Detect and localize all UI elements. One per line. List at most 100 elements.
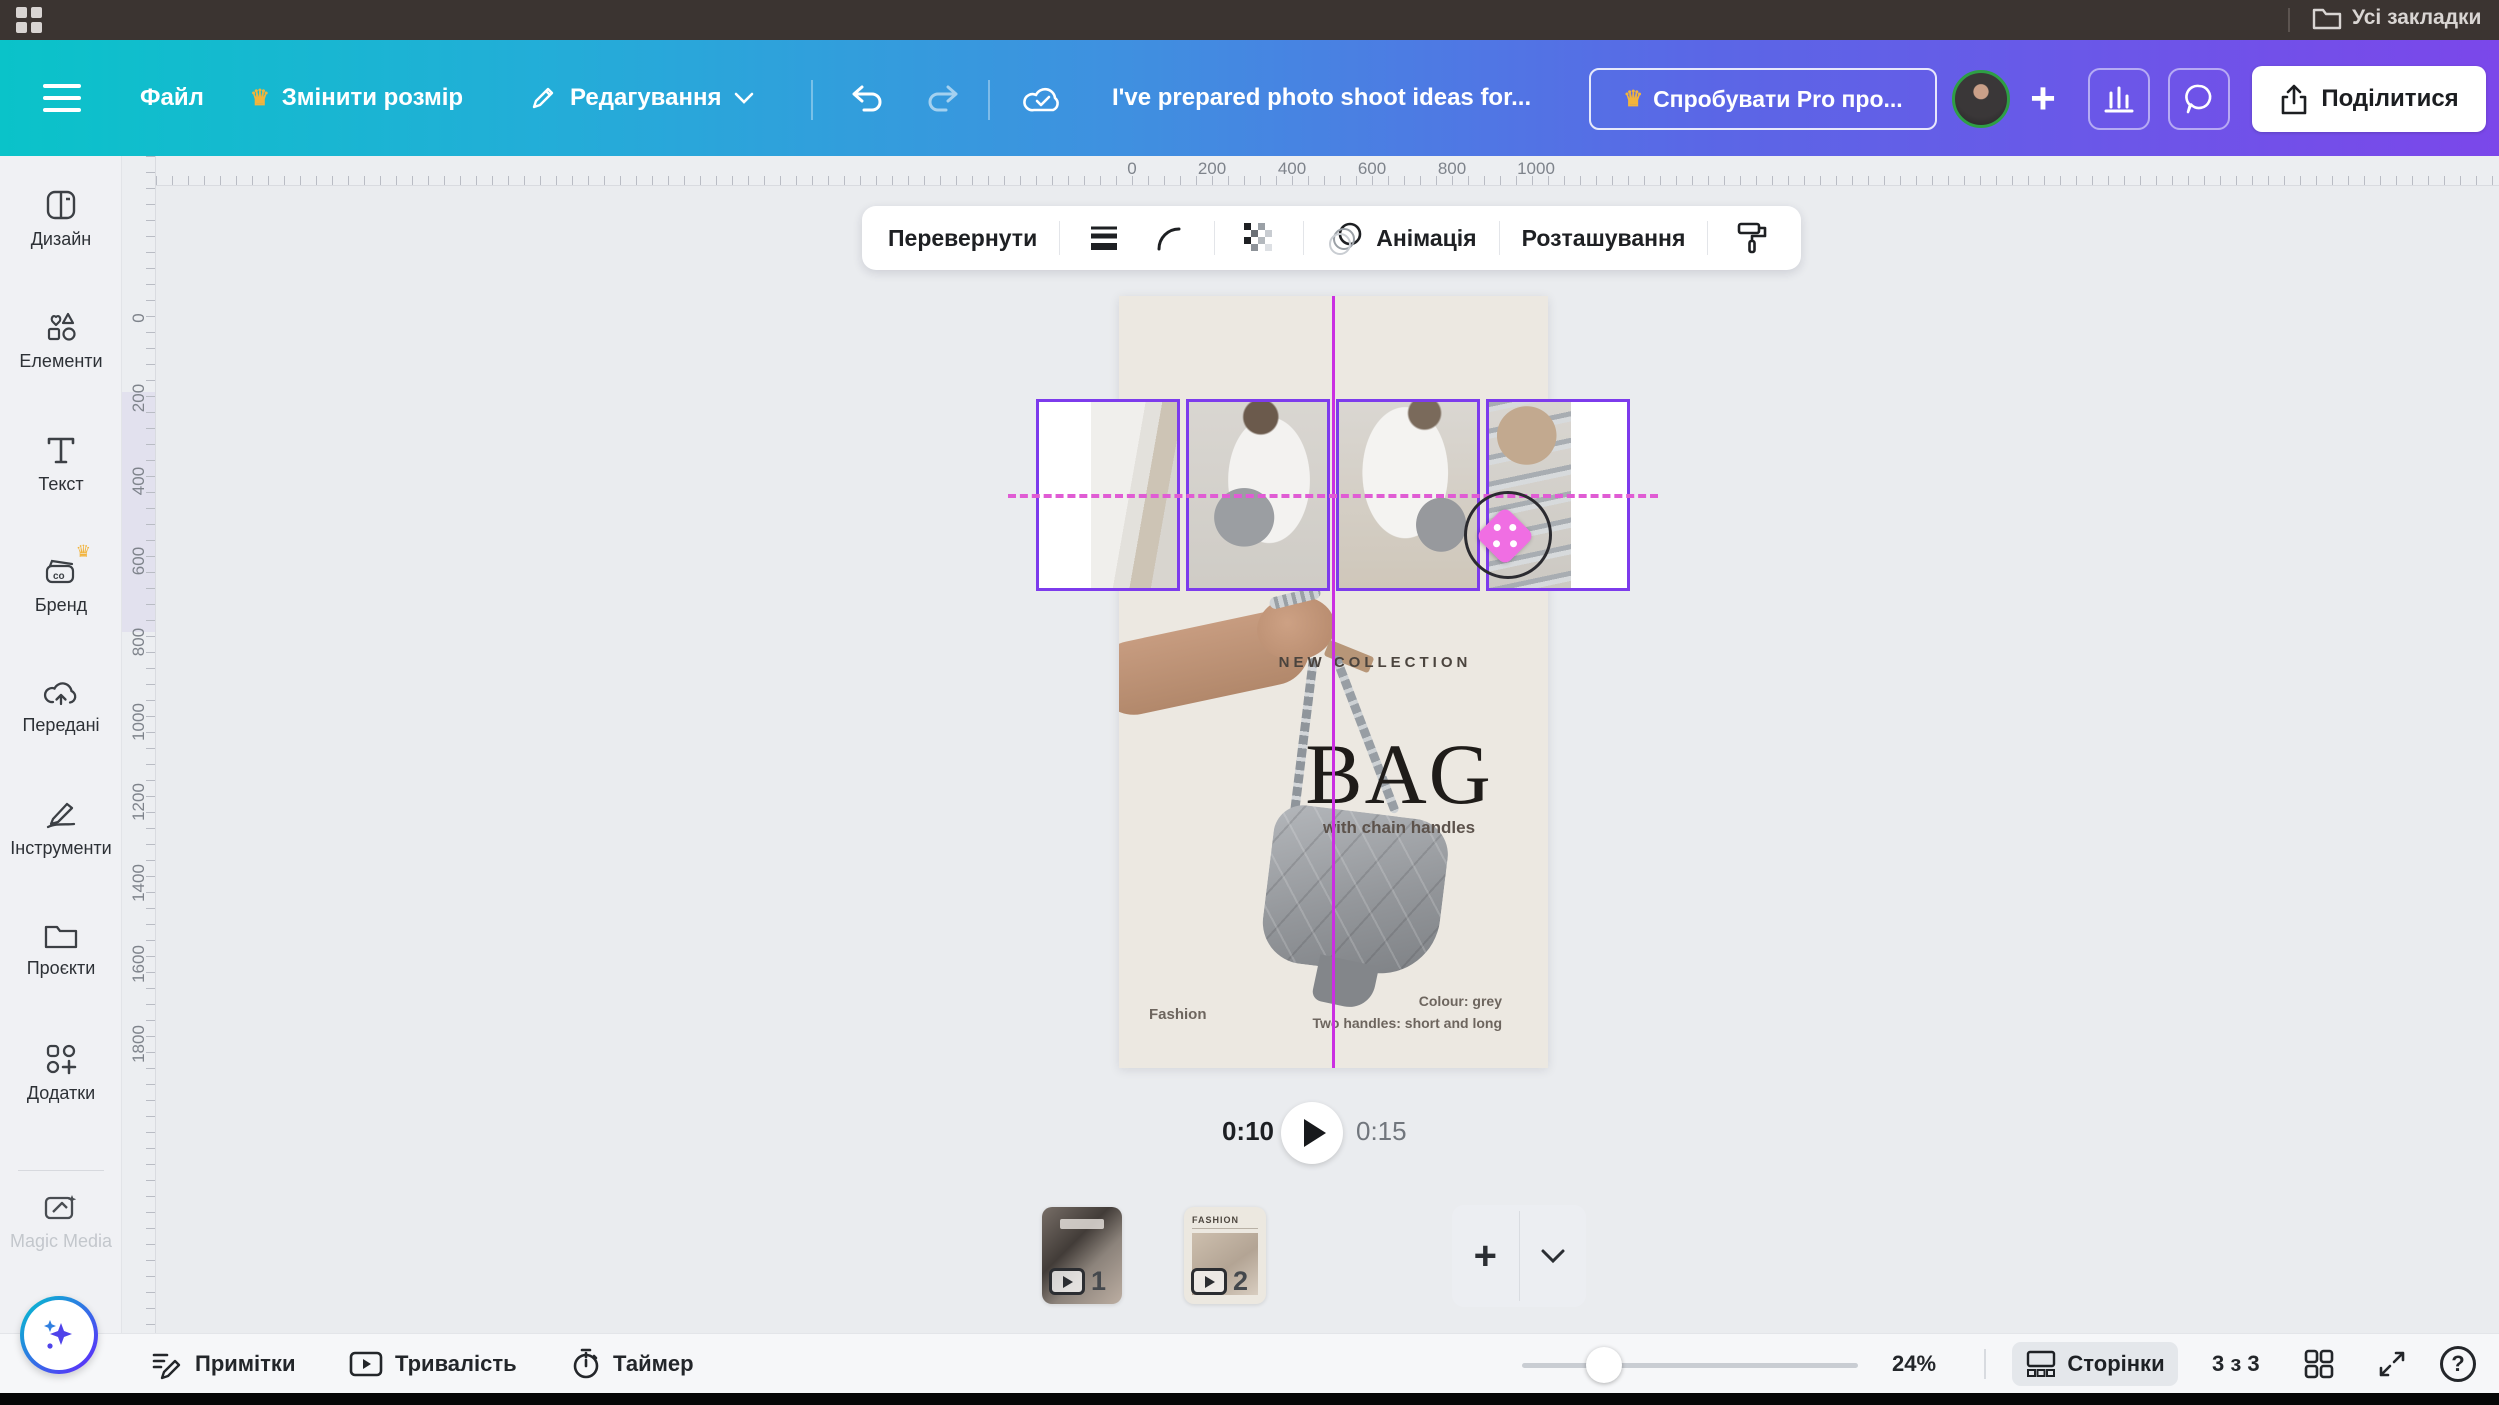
file-menu[interactable]: Файл (140, 64, 204, 132)
sidebar-item-text[interactable]: Текст (0, 433, 122, 495)
ai-assistant-button[interactable] (20, 1296, 98, 1374)
folder-icon (2312, 6, 2342, 30)
help-button[interactable]: ? (2440, 1334, 2476, 1394)
sidebar-item-elements[interactable]: Елементи (0, 310, 122, 372)
grid-view-icon (2302, 1347, 2336, 1381)
toolbar-divider (1214, 221, 1215, 255)
zoom-slider-thumb[interactable] (1586, 1347, 1622, 1383)
page-text-subtitle[interactable]: with chain handles (1269, 818, 1529, 838)
ruler-label: 1600 (129, 945, 149, 983)
chat-bubble-icon (2181, 81, 2217, 117)
try-pro-button[interactable]: ♛ Спробувати Pro про... (1589, 68, 1937, 130)
pages-view-icon (2025, 1349, 2057, 1379)
add-page-button[interactable]: + (1452, 1205, 1519, 1307)
plus-icon: + (1474, 1236, 1497, 1276)
timeline-total-time: 0:15 (1356, 1116, 1407, 1147)
animate-button[interactable]: Анімація (1326, 220, 1476, 256)
ruler-ticks (156, 176, 2499, 185)
all-bookmarks-button[interactable]: Усі закладки (2312, 6, 2481, 30)
document-title[interactable]: I've prepared photo shoot ideas for... (1112, 64, 1557, 132)
ruler-label: 1400 (129, 864, 149, 902)
user-avatar[interactable] (1952, 70, 2010, 128)
copy-style-button[interactable] (1730, 216, 1774, 260)
grid-view-button[interactable] (2302, 1334, 2336, 1394)
add-member-button[interactable]: + (2012, 68, 2074, 130)
crown-icon: ♛ (250, 85, 270, 111)
undo-button[interactable] (836, 68, 898, 130)
save-status-button[interactable] (1012, 68, 1074, 130)
sidebar-item-brand[interactable]: co ♛ Бренд (0, 554, 122, 616)
fullscreen-button[interactable] (2376, 1334, 2408, 1394)
brand-kit-icon: co (43, 554, 79, 588)
sidebar-divider (18, 1170, 104, 1171)
timeline-current-time: 0:10 (1198, 1116, 1274, 1147)
sidebar-item-apps[interactable]: Додатки (0, 1042, 122, 1104)
animate-icon (1326, 220, 1366, 256)
sidebar-item-tools[interactable]: Інструменти (0, 799, 122, 859)
context-toolbar: Перевернути Анімація Розташування (862, 206, 1801, 270)
apps-icon (44, 1042, 78, 1076)
status-bar: Примітки Тривалість Таймер 24% Сторінки … (0, 1333, 2499, 1393)
video-badge-icon (1191, 1268, 1227, 1295)
ruler-label: 600 (1358, 159, 1386, 179)
notes-button[interactable]: Примітки (150, 1334, 295, 1394)
statusbar-divider (1984, 1349, 1986, 1379)
zoom-slider[interactable] (1522, 1363, 1858, 1368)
ruler-label: 800 (1438, 159, 1466, 179)
page-text-details[interactable]: Colour: grey Two handles: short and long (1242, 990, 1502, 1035)
page-text-colour: Colour: grey (1242, 990, 1502, 1012)
share-button[interactable]: Поділитися (2252, 66, 2486, 132)
design-icon (44, 188, 78, 222)
chevron-down-icon (1540, 1248, 1566, 1264)
main-menu-button[interactable] (40, 64, 84, 132)
insights-button[interactable] (2088, 68, 2150, 130)
play-button[interactable] (1281, 1102, 1343, 1164)
canva-editor: Усі закладки Файл ♛ Змінити розмір Редаг… (0, 0, 2499, 1405)
flip-button[interactable]: Перевернути (888, 225, 1037, 252)
page-thumbnail-1[interactable]: 1 (1042, 1207, 1122, 1304)
ruler-label: 1800 (129, 1025, 149, 1063)
question-icon: ? (2440, 1346, 2476, 1382)
page-text-handles: Two handles: short and long (1242, 1012, 1502, 1034)
sidebar-item-design[interactable]: Дизайн (0, 188, 122, 250)
toolbar-divider (1499, 221, 1500, 255)
video-badge-icon (1049, 1268, 1085, 1295)
app-grid-icon[interactable] (16, 7, 44, 33)
corner-rounding-button[interactable] (1148, 216, 1192, 260)
ruler-label: 0 (129, 313, 149, 322)
magic-media-icon (43, 1192, 79, 1224)
duration-button[interactable]: Тривалість (348, 1334, 517, 1394)
comments-button[interactable] (2168, 68, 2230, 130)
page-number: 2 (1233, 1266, 1248, 1297)
page-options-dropdown[interactable] (1520, 1205, 1587, 1307)
timer-button[interactable]: Таймер (570, 1334, 694, 1394)
svg-text:co: co (53, 571, 65, 582)
stroke-weight-button[interactable] (1082, 216, 1126, 260)
page-text-collection[interactable]: NEW COLLECTION (1225, 654, 1525, 671)
ruler-label: 1000 (129, 703, 149, 741)
position-button[interactable]: Розташування (1522, 225, 1686, 252)
pages-view-button[interactable]: Сторінки (2012, 1342, 2178, 1386)
page-number: 1 (1091, 1266, 1106, 1297)
sidebar-item-projects[interactable]: Проєкти (0, 921, 122, 979)
play-icon (1304, 1119, 1326, 1147)
sidebar-item-uploads[interactable]: Передані (0, 676, 122, 736)
transparency-icon (1242, 221, 1276, 255)
editing-mode-menu[interactable]: Редагування (528, 64, 755, 132)
header-divider (988, 80, 990, 120)
topbar-divider (2288, 8, 2290, 32)
transparency-button[interactable] (1237, 216, 1281, 260)
zoom-level[interactable]: 24% (1892, 1334, 1936, 1394)
upload-cloud-icon (42, 676, 80, 708)
resize-menu[interactable]: ♛ Змінити розмір (250, 64, 463, 132)
tools-sidebar: Дизайн Елементи Текст co ♛ Бренд Передан… (0, 156, 122, 1333)
page-thumbnail-2[interactable]: FASHION 2 (1184, 1207, 1266, 1304)
redo-button[interactable] (912, 68, 974, 130)
header-divider (811, 80, 813, 120)
page-text-title[interactable]: BAG (1269, 724, 1529, 824)
sidebar-item-magic-media[interactable]: Magic Media (0, 1192, 122, 1252)
cloud-check-icon (1021, 79, 1065, 119)
sparkles-icon (37, 1313, 81, 1357)
video-icon (348, 1349, 384, 1379)
bar-chart-icon (2102, 83, 2136, 115)
